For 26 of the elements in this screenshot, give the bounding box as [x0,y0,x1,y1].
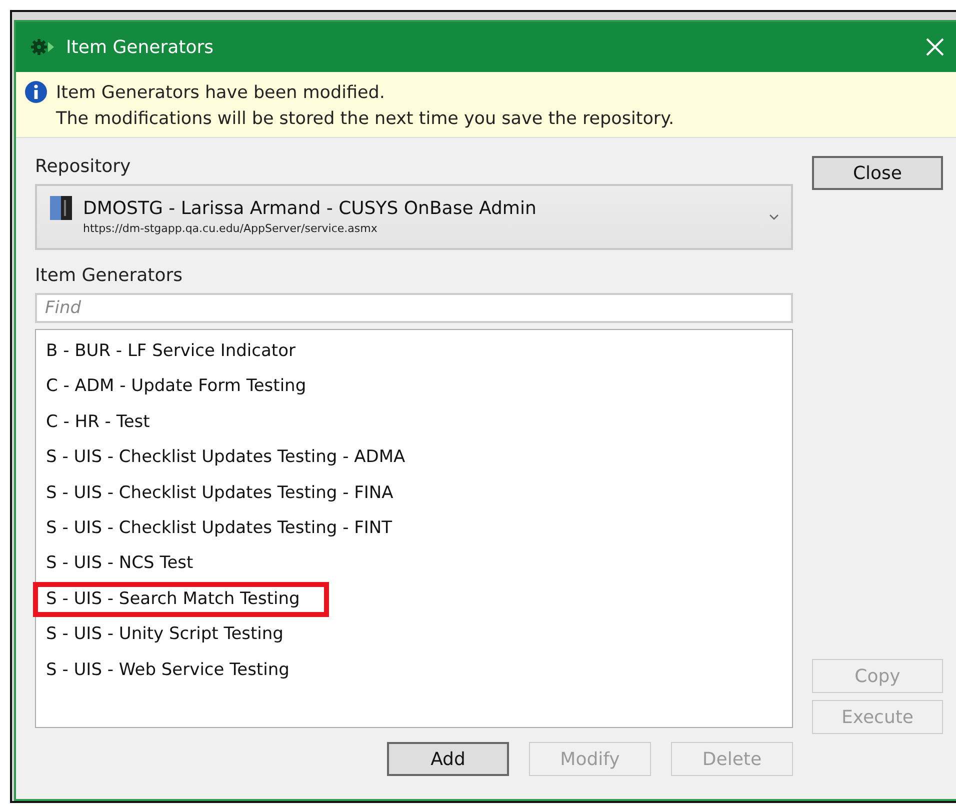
list-item[interactable]: S - UIS - Checklist Updates Testing - FINT [46,511,392,546]
repository-dropdown[interactable]: DMOSTG - Larissa Armand - CUSYS OnBase Admin https://dm-stgapp.qa.cu.edu/AppServer/service.asmx [35,184,793,250]
repository-url: https://dm-stgapp.qa.cu.edu/AppServer/service.asmx [83,221,378,237]
list-item[interactable]: C - HR - Test [46,404,150,440]
button[interactable]: Close [812,156,943,190]
list-item[interactable]: S - UIS - Search Match Testing [33,582,329,618]
info-icon [24,80,48,104]
list-item[interactable]: S - UIS - Checklist Updates Testing - ADMA [46,440,406,476]
repository-label: Repository [35,156,132,178]
chevron-down-icon [769,214,779,220]
list-item[interactable]: S - UIS - Unity Script Testing [46,617,284,653]
repository-name: DMOSTG - Larissa Armand - CUSYS OnBase Admin [83,197,538,221]
list-item[interactable]: C - ADM - Update Form Testing [46,369,306,405]
server-icon [49,194,73,222]
list-item[interactable]: B - BUR - LF Service Indicator [46,334,296,370]
notice-text: Item Generators have been modified. [56,82,386,105]
notice-text: The modifications will be stored the next time you save the repository. [56,108,674,131]
item-generators-label: Item Generators [35,265,184,287]
gear-arrow-icon [30,38,56,56]
search-field[interactable]: Find [35,293,793,323]
window-title: Item Generators [66,36,214,58]
close-icon[interactable] [926,38,944,56]
list-item[interactable]: S - UIS - Checklist Updates Testing - FINA [46,476,394,512]
list-item[interactable]: S - UIS - Web Service Testing [46,652,290,688]
button[interactable]: Add [387,742,509,776]
list-item[interactable]: S - UIS - NCS Test [46,546,194,582]
